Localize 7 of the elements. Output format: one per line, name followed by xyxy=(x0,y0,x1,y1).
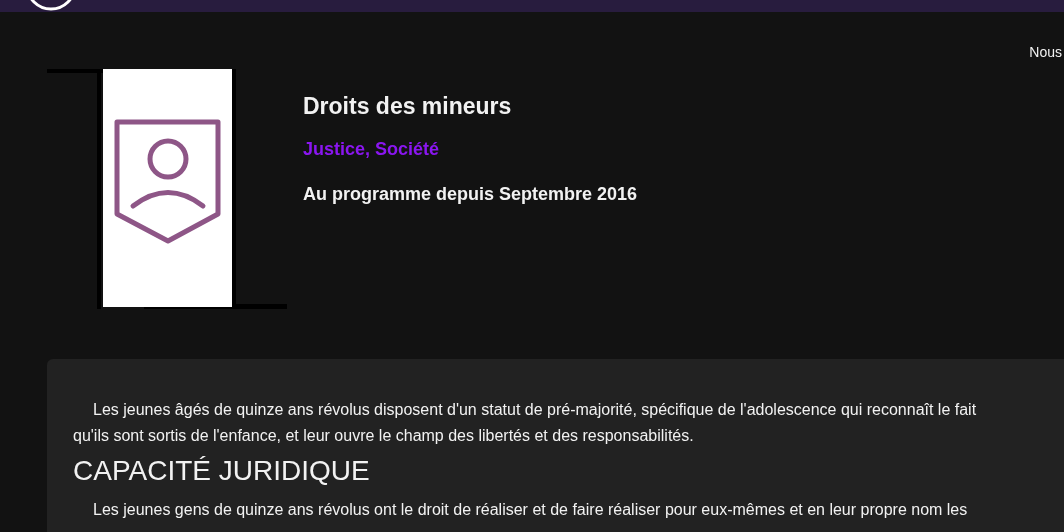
topic-since: Au programme depuis Septembre 2016 xyxy=(303,182,638,206)
nav-link[interactable]: Nous xyxy=(1029,42,1062,63)
paragraph: Les jeunes âgés de quinze ans révolus disposent d'un statut de pré-majorité, spécifique de l'adolescence qui reconnaît le fait qu'ils sont sortis de l'enfance, et leur ouvre le champ des libertés et des responsabilités. xyxy=(73,400,978,446)
section-heading: CAPACITÉ JURIDIQUE xyxy=(73,454,371,488)
shield-person-icon xyxy=(113,119,222,245)
paragraph: Les jeunes gens de quinze ans révolus ont le droit de réaliser et de faire réaliser pour eux-mêmes et en leur propre nom les xyxy=(92,500,969,520)
topic-title: Droits des mineurs xyxy=(303,92,513,121)
